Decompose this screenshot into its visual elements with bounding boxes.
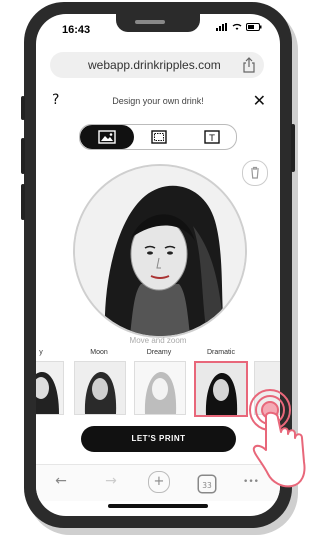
text-icon-glyph: T bbox=[208, 134, 215, 144]
move-zoom-hint: Move and zoom bbox=[129, 336, 187, 345]
back-button[interactable]: ← bbox=[50, 473, 72, 493]
wifi-icon bbox=[232, 23, 242, 30]
phone-screen: 16:43 webapp.drinkripples.com ? Design y… bbox=[36, 14, 280, 516]
photo-editor-canvas[interactable] bbox=[73, 164, 247, 338]
status-icons bbox=[216, 23, 262, 31]
signal-icon bbox=[216, 23, 227, 31]
mode-image-button[interactable] bbox=[80, 125, 134, 149]
side-button-power bbox=[291, 124, 295, 172]
filter-thumbnail-dramatic bbox=[196, 363, 246, 415]
side-button-volume-up bbox=[21, 138, 25, 174]
filter-label-dramatic: Dramatic bbox=[206, 349, 235, 356]
side-button-volume-down bbox=[21, 184, 25, 220]
side-button-mute bbox=[21, 96, 25, 120]
trash-icon bbox=[251, 166, 259, 179]
delete-button[interactable] bbox=[242, 160, 268, 186]
url-text: webapp.drinkripples.com bbox=[88, 58, 221, 72]
portrait-photo bbox=[75, 166, 245, 336]
editor-header: ? Design your own drink! ✕ bbox=[36, 91, 280, 114]
page-title: Design your own drink! bbox=[112, 96, 204, 106]
svg-text:33: 33 bbox=[202, 481, 212, 490]
status-time: 16:43 bbox=[62, 24, 91, 36]
filter-option[interactable] bbox=[36, 361, 64, 415]
share-icon[interactable] bbox=[242, 57, 256, 73]
lets-print-button[interactable]: LET'S PRINT bbox=[81, 426, 236, 452]
filter-thumbnail bbox=[36, 362, 63, 414]
close-button[interactable]: ✕ bbox=[253, 91, 266, 110]
filter-option-moon[interactable] bbox=[74, 361, 126, 415]
filter-strip: y Moon Dreamy Dramatic bbox=[36, 349, 280, 429]
battery-icon bbox=[246, 23, 262, 31]
filter-label-dreamy: Dreamy bbox=[146, 349, 172, 356]
filter-label-moon: Moon bbox=[90, 349, 108, 356]
image-icon bbox=[98, 130, 116, 144]
browser-toolbar: ← → + 33 ••• bbox=[36, 464, 280, 501]
forward-button[interactable]: → bbox=[100, 473, 122, 493]
new-tab-button[interactable]: + bbox=[148, 471, 170, 493]
speaker-grill bbox=[135, 20, 165, 24]
tap-gesture-icon bbox=[249, 389, 306, 488]
text-icon[interactable]: T bbox=[204, 130, 220, 144]
filter-label: y bbox=[39, 349, 43, 356]
address-bar[interactable]: webapp.drinkripples.com bbox=[50, 52, 264, 78]
filter-thumbnail-dreamy bbox=[135, 362, 185, 414]
filter-thumbnail-moon bbox=[75, 362, 125, 414]
frame-icon[interactable] bbox=[151, 130, 167, 144]
filter-option-dreamy[interactable] bbox=[134, 361, 186, 415]
home-indicator bbox=[108, 504, 208, 508]
mode-toggle: T bbox=[79, 124, 237, 150]
tabs-icon[interactable]: 33 bbox=[196, 474, 218, 494]
filter-option-dramatic[interactable] bbox=[194, 361, 248, 417]
